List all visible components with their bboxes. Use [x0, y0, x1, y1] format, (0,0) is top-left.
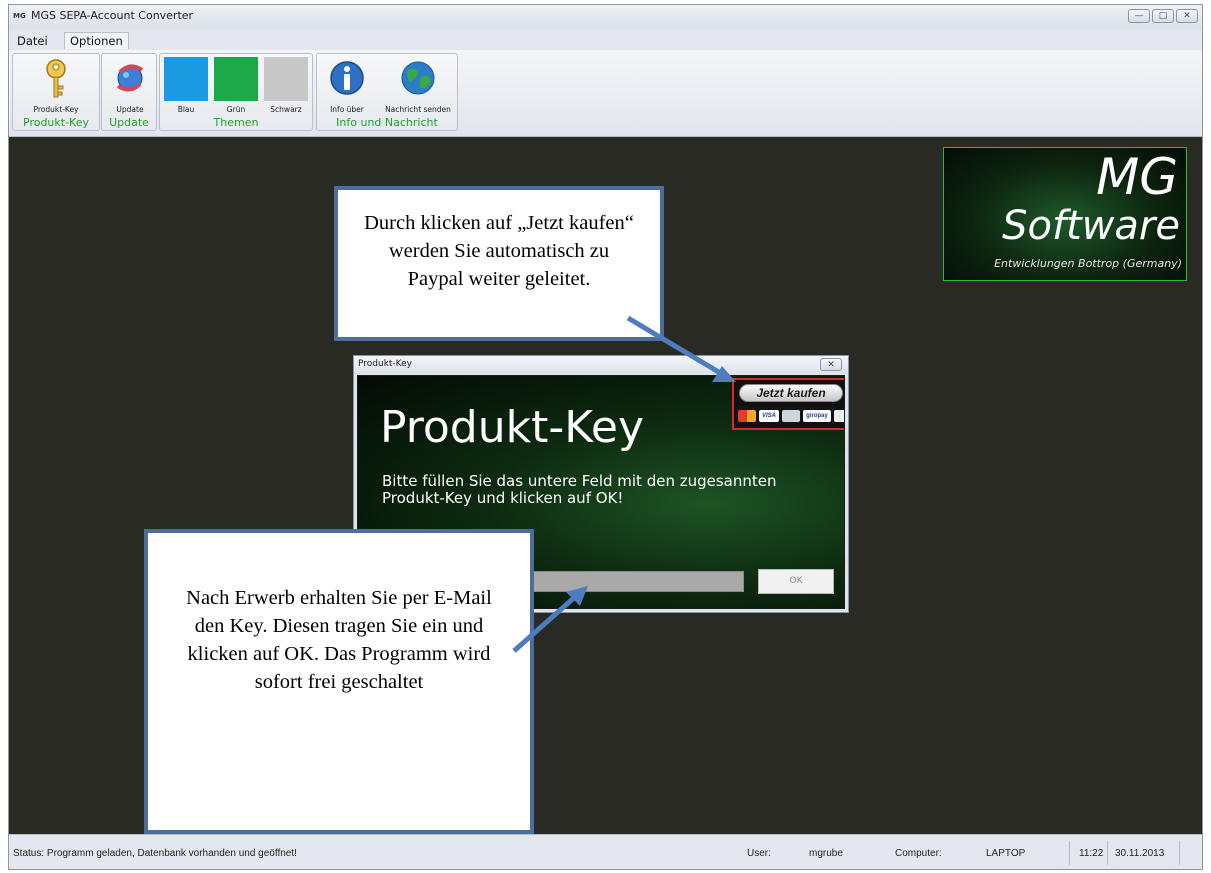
logo-software: Software [1002, 203, 1180, 249]
jetzt-kaufen-button[interactable]: Jetzt kaufen [739, 384, 843, 402]
update-icon [116, 64, 144, 92]
produkt-key-label: Produkt-Key [33, 105, 79, 114]
callout-bottom: Nach Erwerb erhalten Sie per E-Mail den … [144, 529, 534, 834]
mastercard-icon [738, 410, 756, 422]
update-button[interactable]: Update [108, 56, 152, 114]
close-button[interactable]: ✕ [1176, 9, 1198, 23]
dialog-heading: Produkt-Key [380, 402, 644, 453]
app-icon: MG [13, 12, 26, 20]
update-label: Update [116, 105, 144, 114]
ok-button[interactable]: OK [758, 569, 834, 594]
lastschrift-icon [834, 410, 844, 422]
ribbon-group-info: Info über Nachricht senden Info und Nach… [316, 53, 458, 131]
giropay-icon: giropay [803, 410, 831, 422]
menu-datei[interactable]: Datei [12, 33, 53, 49]
ribbon-group-produkt-key: Produkt-Key Produkt-Key [12, 53, 100, 131]
group-title-info: Info und Nachricht [336, 116, 438, 129]
status-separator [1179, 841, 1180, 865]
status-separator [1107, 841, 1108, 865]
status-date: 30.11.2013 [1115, 848, 1165, 859]
dialog-close-button[interactable]: ✕ [820, 358, 842, 371]
blue-swatch-icon [164, 57, 208, 101]
window-controls: — □ ✕ [1128, 9, 1198, 23]
payment-logos: VISA giropay [738, 408, 844, 424]
ribbon-group-update: Update Update [101, 53, 157, 131]
status-separator [1069, 841, 1070, 865]
theme-blau-button[interactable]: Blau [163, 56, 209, 114]
dialog-title: Produkt-Key [358, 359, 412, 369]
key-icon [46, 59, 66, 98]
logo-subtitle: Entwicklungen Bottrop (Germany) [994, 257, 1182, 270]
amex-icon [782, 410, 800, 422]
group-title-themen: Themen [213, 116, 259, 129]
computer-value: LAPTOP [986, 848, 1026, 859]
callout-top: Durch klicken auf „Jetzt kaufen“ werden … [334, 186, 664, 341]
status-message: Status: Programm geladen, Datenbank vorh… [13, 848, 297, 859]
menu-bar: Datei Optionen [9, 30, 1202, 50]
nachricht-senden-button[interactable]: Nachricht senden [381, 56, 455, 114]
gray-swatch-icon [264, 57, 308, 101]
title-bar[interactable]: MG MGS SEPA-Account Converter — □ ✕ [9, 5, 1202, 29]
info-icon [330, 61, 364, 95]
theme-schwarz-button[interactable]: Schwarz [263, 56, 309, 114]
ribbon: Produkt-Key Produkt-Key Update Update Bl… [9, 50, 1202, 137]
user-value: mgrube [809, 848, 843, 859]
ribbon-group-themen: Blau Grün Schwarz Themen [159, 53, 313, 131]
group-title-produkt-key: Produkt-Key [23, 116, 89, 129]
green-swatch-icon [214, 57, 258, 101]
window-title: MGS SEPA-Account Converter [31, 9, 194, 22]
theme-schwarz-label: Schwarz [270, 105, 302, 114]
menu-optionen[interactable]: Optionen [64, 32, 129, 49]
info-label: Info über [330, 105, 364, 114]
maximize-button[interactable]: □ [1152, 9, 1174, 23]
status-time: 11:22 [1079, 848, 1104, 859]
theme-gruen-button[interactable]: Grün [213, 56, 259, 114]
produkt-key-input[interactable] [528, 571, 744, 592]
produkt-key-button[interactable]: Produkt-Key [23, 56, 89, 114]
nachricht-senden-label: Nachricht senden [385, 105, 451, 114]
group-title-update: Update [109, 116, 149, 129]
minimize-button[interactable]: — [1128, 9, 1150, 23]
user-label: User: [747, 848, 771, 859]
info-button[interactable]: Info über [321, 56, 373, 114]
dialog-instructions: Bitte füllen Sie das untere Feld mit den… [382, 472, 777, 507]
logo-mg: MG [1096, 148, 1178, 206]
mg-software-logo: MG Software Entwicklungen Bottrop (Germa… [943, 147, 1187, 281]
visa-icon: VISA [759, 410, 779, 422]
dialog-title-bar[interactable]: Produkt-Key ✕ [354, 356, 848, 374]
buy-highlight: Jetzt kaufen VISA giropay [732, 378, 844, 430]
computer-label: Computer: [895, 848, 942, 859]
status-bar: Status: Programm geladen, Datenbank vorh… [9, 834, 1202, 869]
globe-icon [401, 61, 435, 95]
